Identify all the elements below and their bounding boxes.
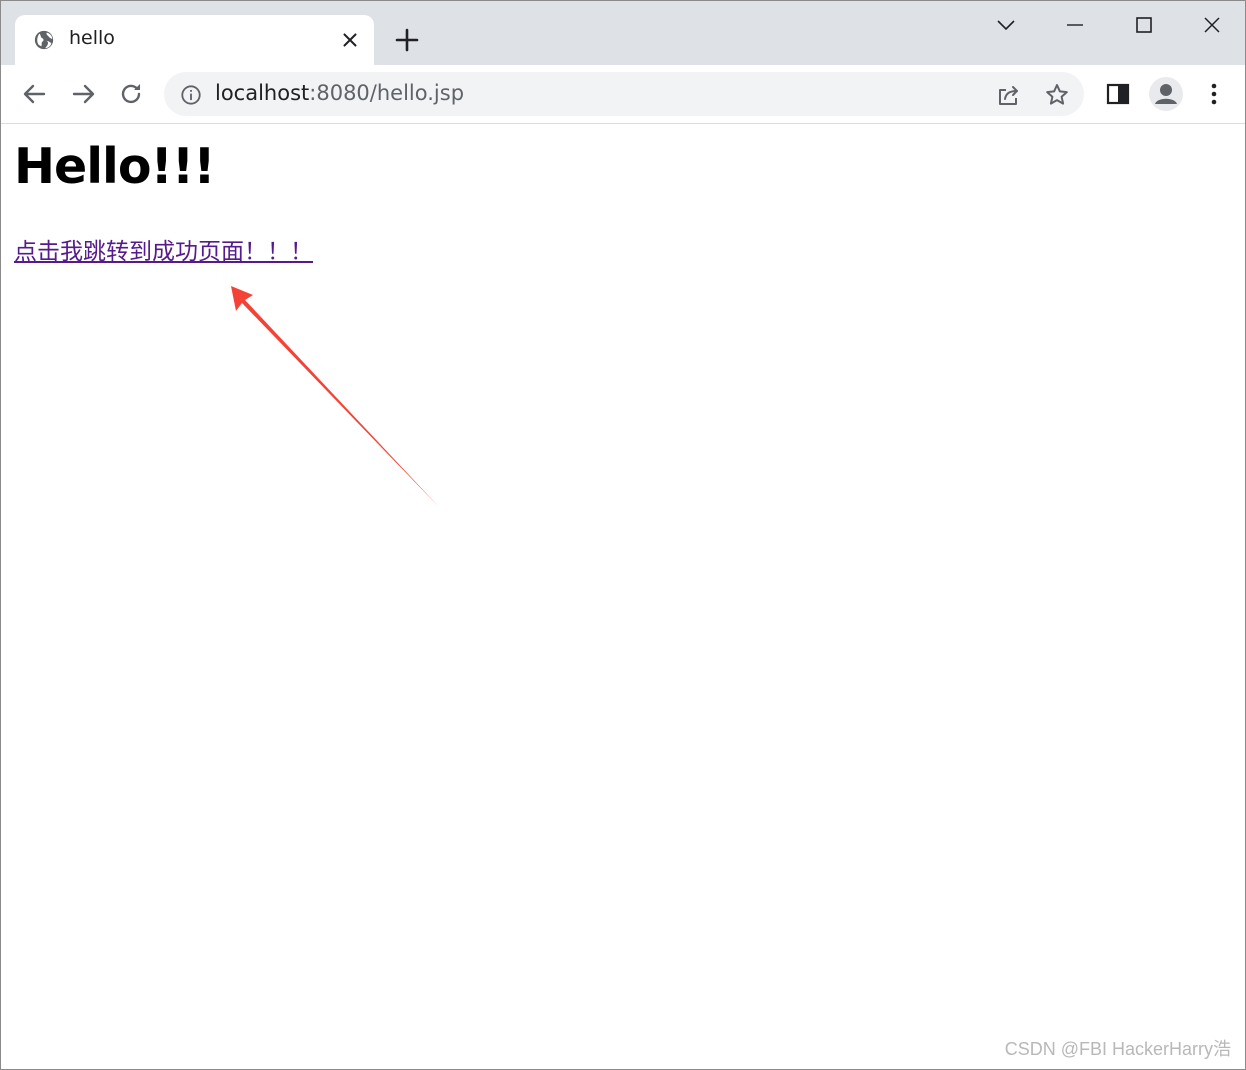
toolbar: localhost:8080/hello.jsp <box>1 65 1245 124</box>
person-icon <box>1155 84 1177 104</box>
menu-kebab-icon[interactable] <box>1199 79 1229 109</box>
side-panel-icon[interactable] <box>1103 79 1133 109</box>
url-text[interactable]: localhost:8080/hello.jsp <box>215 81 464 105</box>
watermark: CSDN @FBI HackerHarry浩 <box>1004 1039 1231 1059</box>
new-tab-plus-icon[interactable] <box>393 26 421 54</box>
profile-avatar[interactable] <box>1149 77 1183 111</box>
tab-strip: hello <box>1 1 1245 65</box>
back-arrow-icon[interactable] <box>20 79 50 109</box>
url-path: :8080/hello.jsp <box>309 81 465 105</box>
share-icon[interactable] <box>996 82 1022 108</box>
url-host: localhost <box>215 81 310 105</box>
minimize-icon[interactable] <box>1059 9 1091 41</box>
reload-icon[interactable] <box>116 79 146 109</box>
annotation-arrow <box>231 286 439 507</box>
globe-icon <box>34 30 54 50</box>
site-info-icon[interactable] <box>180 84 202 106</box>
tab-title: hello <box>69 27 115 49</box>
close-icon[interactable] <box>339 29 361 51</box>
window-close-icon[interactable] <box>1196 9 1228 41</box>
page-heading: Hello!!! <box>14 138 216 195</box>
browser-window: hello localhost:8080/hello.jsp Hello!!! … <box>0 0 1246 1070</box>
success-page-link[interactable]: 点击我跳转到成功页面！！！ <box>14 232 313 266</box>
tab-hello[interactable]: hello <box>15 15 374 65</box>
address-bar[interactable]: localhost:8080/hello.jsp <box>164 72 1084 116</box>
forward-arrow-icon[interactable] <box>68 79 98 109</box>
tab-search-chevron-icon[interactable] <box>990 9 1022 41</box>
page-content: Hello!!! 点击我跳转到成功页面！！！ CSDN @FBI HackerH… <box>1 124 1245 1069</box>
maximize-icon[interactable] <box>1128 9 1160 41</box>
bookmark-star-icon[interactable] <box>1044 82 1070 108</box>
